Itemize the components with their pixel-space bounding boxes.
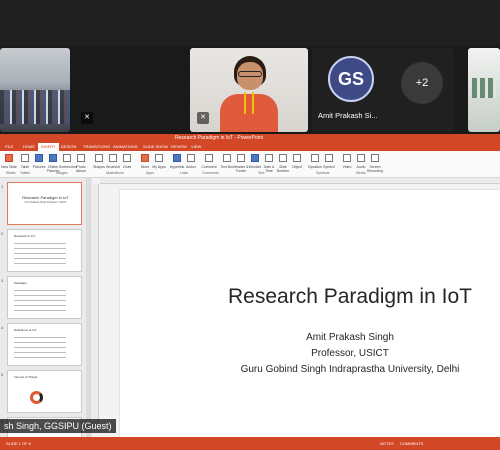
online-pictures-button[interactable]: Online Pictures bbox=[47, 154, 59, 173]
video-button[interactable]: Video bbox=[342, 154, 352, 169]
thumbnail-subtitle: Amit Prakash Singh Professor, USICT bbox=[24, 201, 67, 204]
slide-thumbnail-2[interactable]: Research in IoT bbox=[7, 229, 82, 272]
slide-number: 3 bbox=[1, 278, 4, 283]
shared-screen-powerpoint: Research Paradigm in IoT - PowerPoint FI… bbox=[0, 134, 500, 437]
mic-muted-icon: ✕ bbox=[81, 112, 93, 124]
date-time-button[interactable]: Date & Time bbox=[264, 154, 274, 173]
participant-strip: ✕ ✕ GS Amit Prakash Si... +2 bbox=[0, 46, 500, 134]
tab-slide-show[interactable]: SLIDE SHOW bbox=[140, 143, 171, 151]
text-box-button[interactable]: Text Box bbox=[220, 154, 234, 169]
pictures-button[interactable]: Pictures bbox=[33, 154, 45, 169]
participant-tile-classroom[interactable] bbox=[0, 48, 70, 132]
wordart-button[interactable]: WordArt bbox=[249, 154, 261, 169]
symbol-button[interactable]: Symbol bbox=[323, 154, 335, 169]
slide-author: Amit Prakash Singh bbox=[306, 332, 394, 343]
thumbnail-heading: Research in IoT bbox=[14, 234, 36, 238]
group-label-apps: Apps bbox=[146, 171, 154, 175]
powerpoint-title-bar: Research Paradigm in IoT - PowerPoint bbox=[0, 134, 500, 143]
smartart-button[interactable]: SmartArt bbox=[106, 154, 120, 169]
mic-muted-icon: ✕ bbox=[197, 112, 209, 124]
tab-home[interactable]: HOME bbox=[20, 143, 38, 151]
audio-button[interactable]: Audio bbox=[356, 154, 366, 169]
slide-thumbnail-3[interactable]: Paradigm bbox=[7, 276, 82, 319]
group-label-images: Images bbox=[56, 171, 68, 175]
new-slide-button[interactable]: New Slide bbox=[1, 154, 17, 169]
table-button[interactable]: Table bbox=[20, 154, 30, 169]
tab-review[interactable]: REVIEW bbox=[168, 143, 190, 151]
participant-tile-avatar[interactable]: GS Amit Prakash Si... bbox=[312, 48, 392, 132]
tab-transitions[interactable]: TRANSITIONS bbox=[80, 143, 113, 151]
meeting-top-bar bbox=[0, 0, 500, 46]
slide-number: 2 bbox=[1, 231, 4, 236]
group-label-comments: Comments bbox=[202, 171, 219, 175]
slide-thumbnail-5[interactable]: Internet of Things bbox=[7, 370, 82, 413]
status-bar: SLIDE 1 OF 6 NOTES COMMENTS bbox=[0, 437, 500, 450]
ribbon-tabs: FILE HOME INSERT DESIGN TRANSITIONS ANIM… bbox=[0, 143, 500, 151]
slide-title: Research Paradigm in IoT bbox=[228, 285, 472, 308]
group-label-links: Links bbox=[180, 171, 189, 175]
action-button[interactable]: Action bbox=[186, 154, 196, 169]
tab-animations[interactable]: ANIMATIONS bbox=[110, 143, 141, 151]
tab-insert[interactable]: INSERT bbox=[38, 143, 59, 151]
comments-button[interactable]: COMMENTS bbox=[400, 437, 423, 450]
slide-canvas[interactable]: Research Paradigm in IoT Amit Prakash Si… bbox=[120, 190, 500, 437]
comment-button[interactable]: Comment bbox=[201, 154, 217, 169]
slide-number: 1 bbox=[1, 184, 4, 189]
group-label-media: Media bbox=[356, 171, 366, 175]
equation-button[interactable]: Equation bbox=[308, 154, 322, 169]
vertical-ruler bbox=[92, 184, 99, 429]
slide-number: 4 bbox=[1, 325, 4, 330]
tab-view[interactable]: VIEW bbox=[188, 143, 204, 151]
slide-thumbnails-pane: 1 Research Paradigm in IoT Amit Prakash … bbox=[0, 178, 92, 437]
object-button[interactable]: Object bbox=[292, 154, 302, 169]
avatar: GS bbox=[328, 56, 374, 102]
tab-file[interactable]: FILE bbox=[2, 143, 16, 151]
participant-name: Amit Prakash Si... bbox=[318, 111, 378, 120]
shapes-button[interactable]: Shapes bbox=[93, 154, 105, 169]
notes-button[interactable]: NOTES bbox=[380, 437, 394, 450]
group-label-illustrations: Illustrations bbox=[106, 171, 124, 175]
window-title: Research Paradigm in IoT - PowerPoint bbox=[175, 135, 264, 141]
thumbnail-body-text bbox=[14, 335, 66, 361]
thumbnail-heading: Paradigm bbox=[14, 281, 27, 285]
meeting-window: ✕ ✕ GS Amit Prakash Si... +2 Research Pa… bbox=[0, 0, 500, 450]
group-label-symbols: Symbols bbox=[316, 171, 330, 175]
chart-button[interactable]: Chart bbox=[122, 154, 132, 169]
slide-number-button[interactable]: Slide Number bbox=[277, 154, 289, 173]
tab-design[interactable]: DESIGN bbox=[58, 143, 79, 151]
participant-video-person bbox=[218, 56, 280, 132]
header-footer-button[interactable]: Header & Footer bbox=[234, 154, 248, 173]
slide-affiliation: Guru Gobind Singh Indraprastha Universit… bbox=[240, 364, 460, 375]
classroom-video bbox=[0, 90, 70, 124]
screenshot-button[interactable]: Screenshot bbox=[59, 154, 77, 169]
hyperlink-button[interactable]: Hyperlink bbox=[170, 154, 184, 169]
group-label-slides: Slides bbox=[6, 171, 16, 175]
participant-tile-more[interactable]: +2 bbox=[392, 48, 454, 132]
participant-tile-video[interactable]: ✕ bbox=[190, 48, 308, 132]
slide-thumbnail-4[interactable]: Definitions of IoT bbox=[7, 323, 82, 366]
my-apps-button[interactable]: My Apps bbox=[152, 154, 166, 169]
screen-recording-button[interactable]: Screen Recording bbox=[367, 154, 383, 173]
group-label-tables: Tables bbox=[20, 171, 31, 175]
slide-thumbnail-1[interactable]: Research Paradigm in IoT Amit Prakash Si… bbox=[7, 182, 82, 225]
group-label-text: Text bbox=[258, 171, 265, 175]
thumbnail-body-text bbox=[14, 241, 66, 267]
slide-number: 5 bbox=[1, 372, 4, 377]
slide-count-status: SLIDE 1 OF 6 bbox=[6, 441, 31, 446]
participant-tile-partial[interactable] bbox=[468, 48, 500, 132]
ribbon-toolbar: New Slide Table Pictures Online Pictures… bbox=[0, 151, 500, 178]
horizontal-ruler bbox=[100, 178, 500, 184]
store-button[interactable]: Store bbox=[140, 154, 150, 169]
presenter-name-label: sh Singh, GGSIPU (Guest) bbox=[0, 419, 116, 433]
slide-position: Professor, USICT bbox=[311, 348, 389, 359]
thumbnail-heading: Definitions of IoT bbox=[14, 328, 37, 332]
thumbnails-scrollbar[interactable] bbox=[86, 178, 91, 437]
thumbnail-body-text bbox=[14, 288, 66, 314]
iot-logo-icon bbox=[30, 391, 43, 404]
thumbnail-title: Research Paradigm in IoT bbox=[22, 195, 69, 200]
more-participants-button[interactable]: +2 bbox=[401, 62, 443, 104]
thumbnail-heading: Internet of Things bbox=[14, 375, 38, 379]
photo-album-button[interactable]: Photo Album bbox=[76, 154, 86, 173]
